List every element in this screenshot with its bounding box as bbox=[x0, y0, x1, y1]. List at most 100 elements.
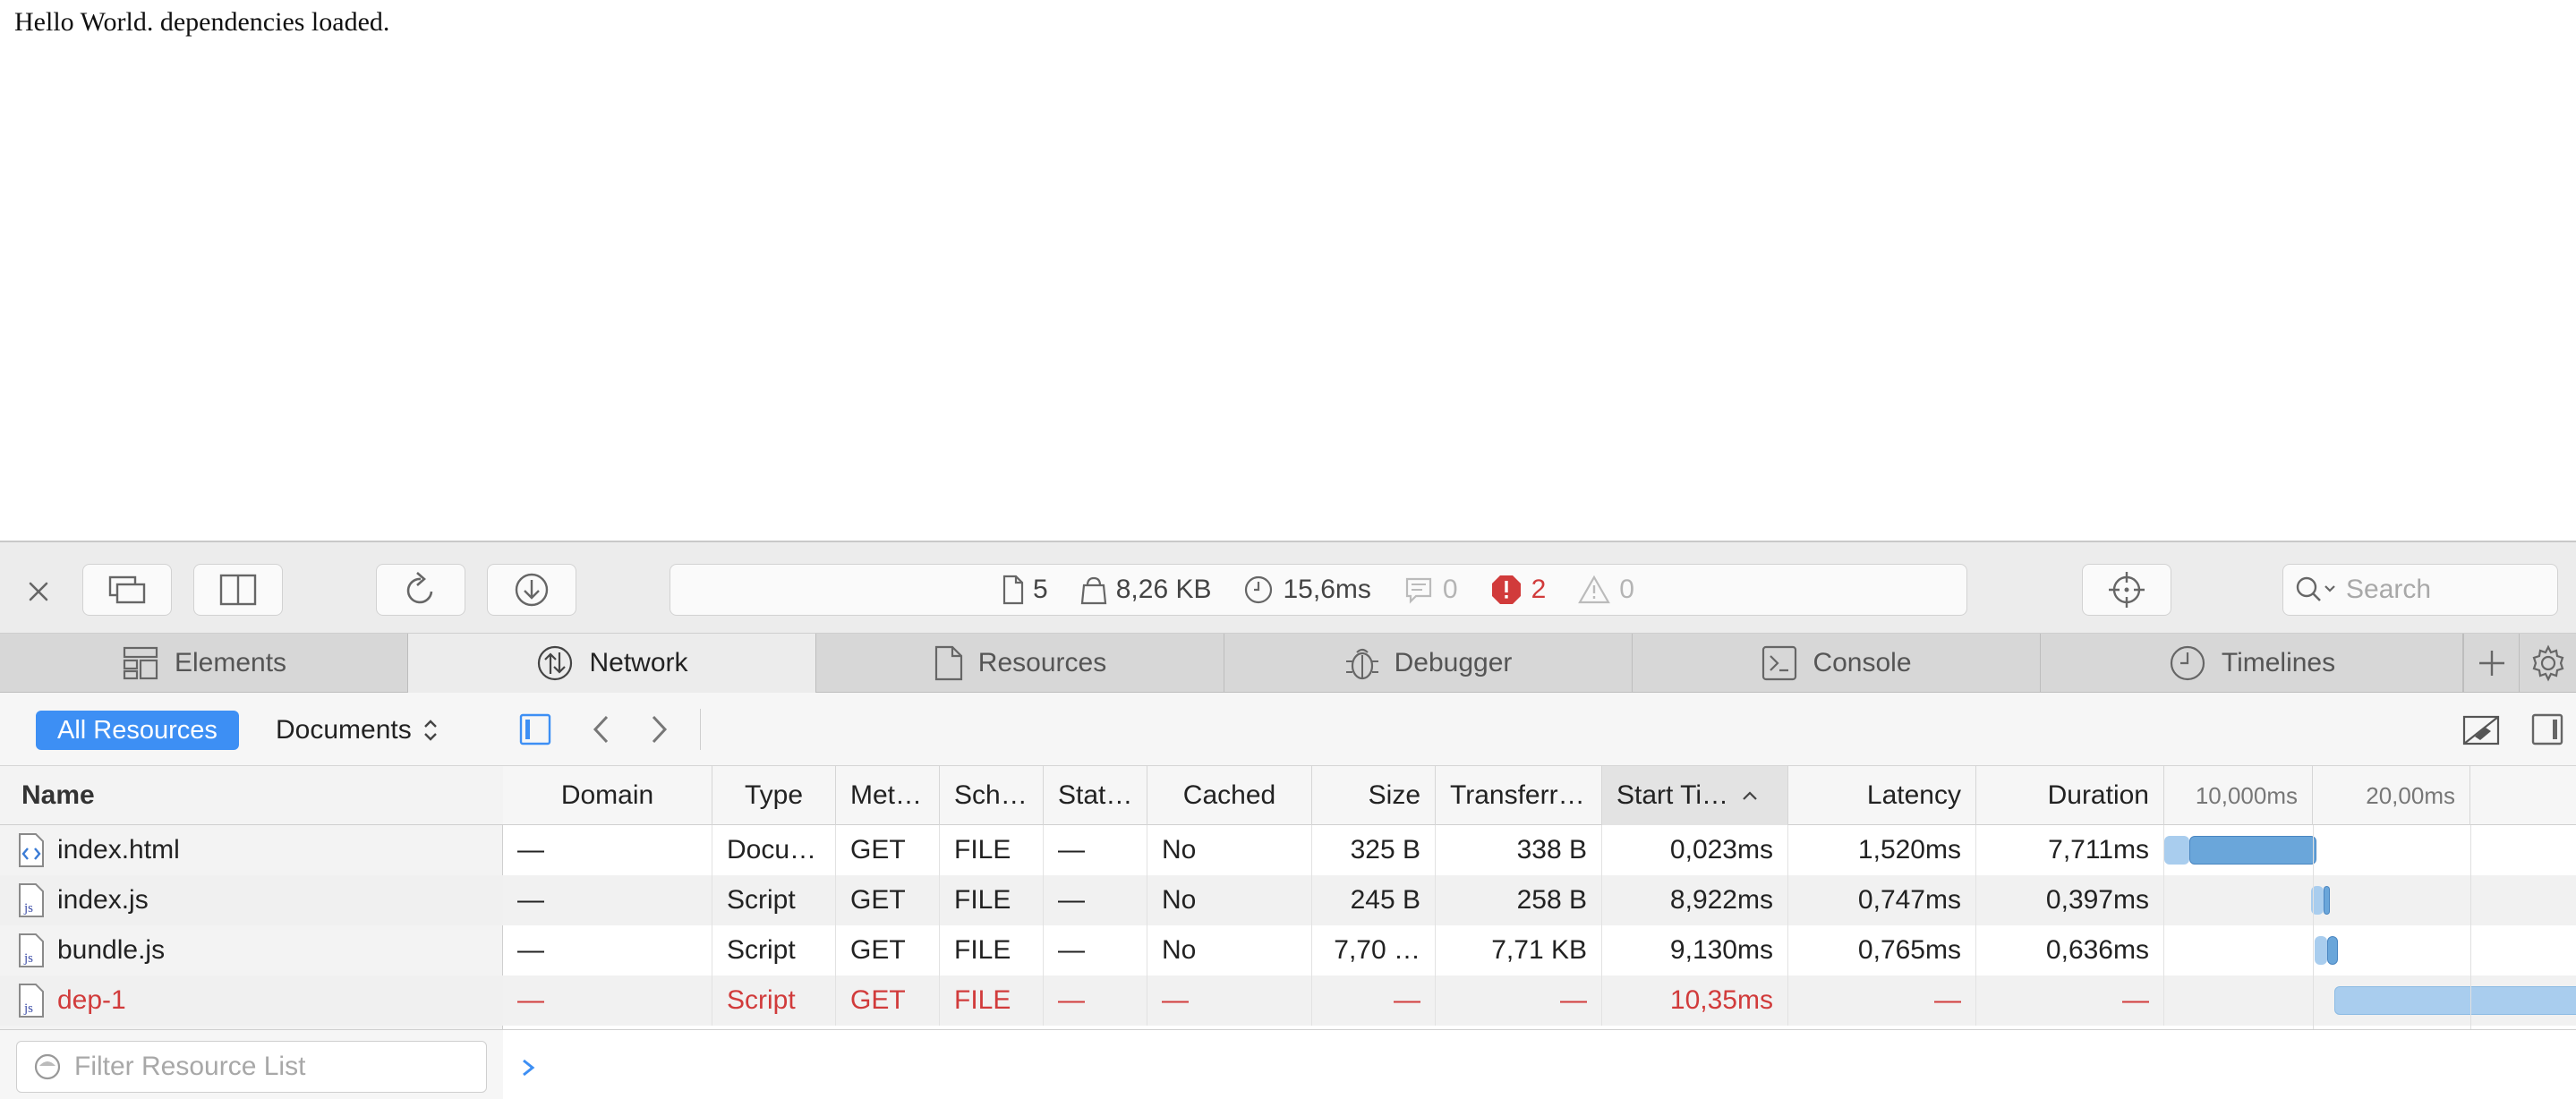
column-status[interactable]: Stat… bbox=[1044, 766, 1147, 825]
resource-count[interactable]: 5 bbox=[1002, 575, 1048, 605]
web-inspector: 5 8,26 KB 15,6ms 0 2 0 Search Elements N… bbox=[0, 541, 2576, 1099]
activity-status-bar: 5 8,26 KB 15,6ms 0 2 0 bbox=[670, 564, 1967, 616]
warning-count[interactable]: 0 bbox=[1578, 575, 1634, 605]
toggle-sidebar-button[interactable] bbox=[514, 707, 557, 752]
reload-button[interactable] bbox=[376, 564, 465, 616]
tab-resources[interactable]: Resources bbox=[816, 634, 1224, 693]
forward-button[interactable] bbox=[637, 707, 680, 752]
cell-cached: No bbox=[1147, 825, 1312, 875]
console-icon bbox=[1762, 645, 1797, 681]
toggle-details-button[interactable] bbox=[2526, 707, 2569, 752]
detach-window-button[interactable] bbox=[82, 564, 172, 616]
js-file-icon: js bbox=[19, 883, 44, 917]
column-cached[interactable]: Cached bbox=[1147, 766, 1312, 825]
js-file-icon: js bbox=[19, 984, 44, 1018]
cell-cached: No bbox=[1147, 875, 1312, 925]
filter-field[interactable] bbox=[16, 1041, 487, 1093]
tab-network[interactable]: Network bbox=[408, 634, 816, 693]
cell-latency: 1,520ms bbox=[1788, 825, 1976, 875]
resource-name: index.html bbox=[57, 835, 180, 865]
tab-label: Timelines bbox=[2221, 648, 2336, 677]
svg-text:js: js bbox=[23, 951, 33, 966]
close-icon[interactable] bbox=[21, 575, 55, 609]
cell-start: 10,35ms bbox=[1602, 975, 1788, 1026]
tab-elements[interactable]: Elements bbox=[0, 634, 408, 693]
tab-console[interactable]: Console bbox=[1633, 634, 2041, 693]
table-row[interactable]: — Script GET FILE — No 7,70 … 7,71 KB 9,130ms 0,7… bbox=[503, 925, 2576, 975]
resource-size[interactable]: 8,26 KB bbox=[1080, 575, 1211, 605]
column-method[interactable]: Met… bbox=[836, 766, 940, 825]
cell-status: — bbox=[1044, 875, 1147, 925]
resource-row[interactable]: js dep-1 bbox=[0, 975, 503, 1026]
quick-console[interactable] bbox=[503, 1029, 2576, 1099]
cell-domain: — bbox=[503, 875, 712, 925]
filter-icon bbox=[34, 1053, 61, 1080]
all-resources-filter[interactable]: All Resources bbox=[36, 711, 239, 750]
cell-transferred: 7,71 KB bbox=[1436, 925, 1602, 975]
resource-type-select[interactable]: Documents bbox=[276, 711, 439, 750]
download-archive-button[interactable] bbox=[487, 564, 576, 616]
tab-debugger[interactable]: Debugger bbox=[1224, 634, 1633, 693]
tab-timelines[interactable]: Timelines bbox=[2041, 634, 2463, 693]
column-domain[interactable]: Domain bbox=[503, 766, 712, 825]
cell-transferred: — bbox=[1436, 975, 1602, 1026]
resource-row[interactable]: index.html bbox=[0, 825, 503, 875]
network-icon bbox=[538, 645, 573, 681]
timelines-icon bbox=[2170, 645, 2205, 681]
web-page: Hello World. dependencies loaded. bbox=[0, 0, 2576, 541]
cell-size: 245 B bbox=[1312, 875, 1436, 925]
cell-start: 0,023ms bbox=[1602, 825, 1788, 875]
search-field[interactable] bbox=[2282, 564, 2558, 616]
cell-duration: 0,636ms bbox=[1976, 925, 2164, 975]
cell-latency: 0,765ms bbox=[1788, 925, 1976, 975]
tab-label: Resources bbox=[977, 648, 1107, 677]
resource-row[interactable]: js bundle.js bbox=[0, 925, 503, 975]
resource-count-value: 5 bbox=[1033, 575, 1048, 604]
column-type[interactable]: Type bbox=[712, 766, 836, 825]
resource-row[interactable]: js index.js bbox=[0, 875, 503, 925]
log-count[interactable]: 0 bbox=[1403, 575, 1458, 605]
filter-input[interactable] bbox=[74, 1052, 450, 1082]
settings-button[interactable] bbox=[2519, 634, 2576, 693]
details-sidebar-icon bbox=[2531, 713, 2563, 745]
dock-side-button[interactable] bbox=[193, 564, 283, 616]
separator bbox=[700, 709, 701, 750]
cell-method: GET bbox=[836, 925, 940, 975]
column-transferred[interactable]: Transferr… bbox=[1436, 766, 1602, 825]
cell-duration: 0,397ms bbox=[1976, 875, 2164, 925]
cell-transferred: 338 B bbox=[1436, 825, 1602, 875]
detach-icon bbox=[108, 575, 146, 604]
table-row[interactable]: — Script GET FILE — No 245 B 258 B 8,922ms 0,747m… bbox=[503, 875, 2576, 925]
elements-icon bbox=[123, 646, 158, 680]
inspect-element-button[interactable] bbox=[2082, 564, 2171, 616]
clear-resources-button[interactable] bbox=[2454, 707, 2508, 752]
cell-method: GET bbox=[836, 875, 940, 925]
add-tab-button[interactable] bbox=[2463, 634, 2519, 693]
waterfall-lane bbox=[2164, 975, 2576, 1026]
reload-icon bbox=[406, 572, 433, 604]
table-row[interactable]: — Script GET FILE — — — —10,35ms — — bbox=[503, 975, 2576, 1026]
column-duration[interactable]: Duration bbox=[1976, 766, 2164, 825]
search-input[interactable] bbox=[2346, 575, 2525, 605]
tab-label: Debugger bbox=[1394, 648, 1513, 677]
waterfall-duration-bar bbox=[2327, 936, 2338, 965]
js-file-icon: js bbox=[19, 933, 44, 967]
column-scheme[interactable]: Sch… bbox=[940, 766, 1044, 825]
name-column-header[interactable]: Name bbox=[0, 766, 503, 825]
column-latency[interactable]: Latency bbox=[1788, 766, 1976, 825]
cell-duration: — bbox=[1976, 975, 2164, 1026]
error-icon bbox=[1491, 575, 1521, 604]
table-row[interactable]: — Docu… GET FILE — No 325 B 338 B 0,023ms 1,520ms… bbox=[503, 825, 2576, 875]
error-count[interactable]: 2 bbox=[1490, 574, 1546, 606]
waterfall-duration-bar bbox=[2189, 836, 2317, 865]
back-button[interactable] bbox=[580, 707, 623, 752]
load-time[interactable]: 15,6ms bbox=[1243, 575, 1371, 605]
console-prompt-icon bbox=[523, 1059, 535, 1077]
cell-type: Script bbox=[712, 975, 836, 1026]
column-size[interactable]: Size bbox=[1312, 766, 1436, 825]
waterfall-tick-10000: 10,000ms bbox=[2164, 766, 2313, 825]
column-start-time[interactable]: Start Ti… bbox=[1602, 766, 1788, 825]
resource-name: bundle.js bbox=[57, 935, 166, 965]
cell-size: 325 B bbox=[1312, 825, 1436, 875]
document-icon bbox=[1002, 575, 1024, 605]
